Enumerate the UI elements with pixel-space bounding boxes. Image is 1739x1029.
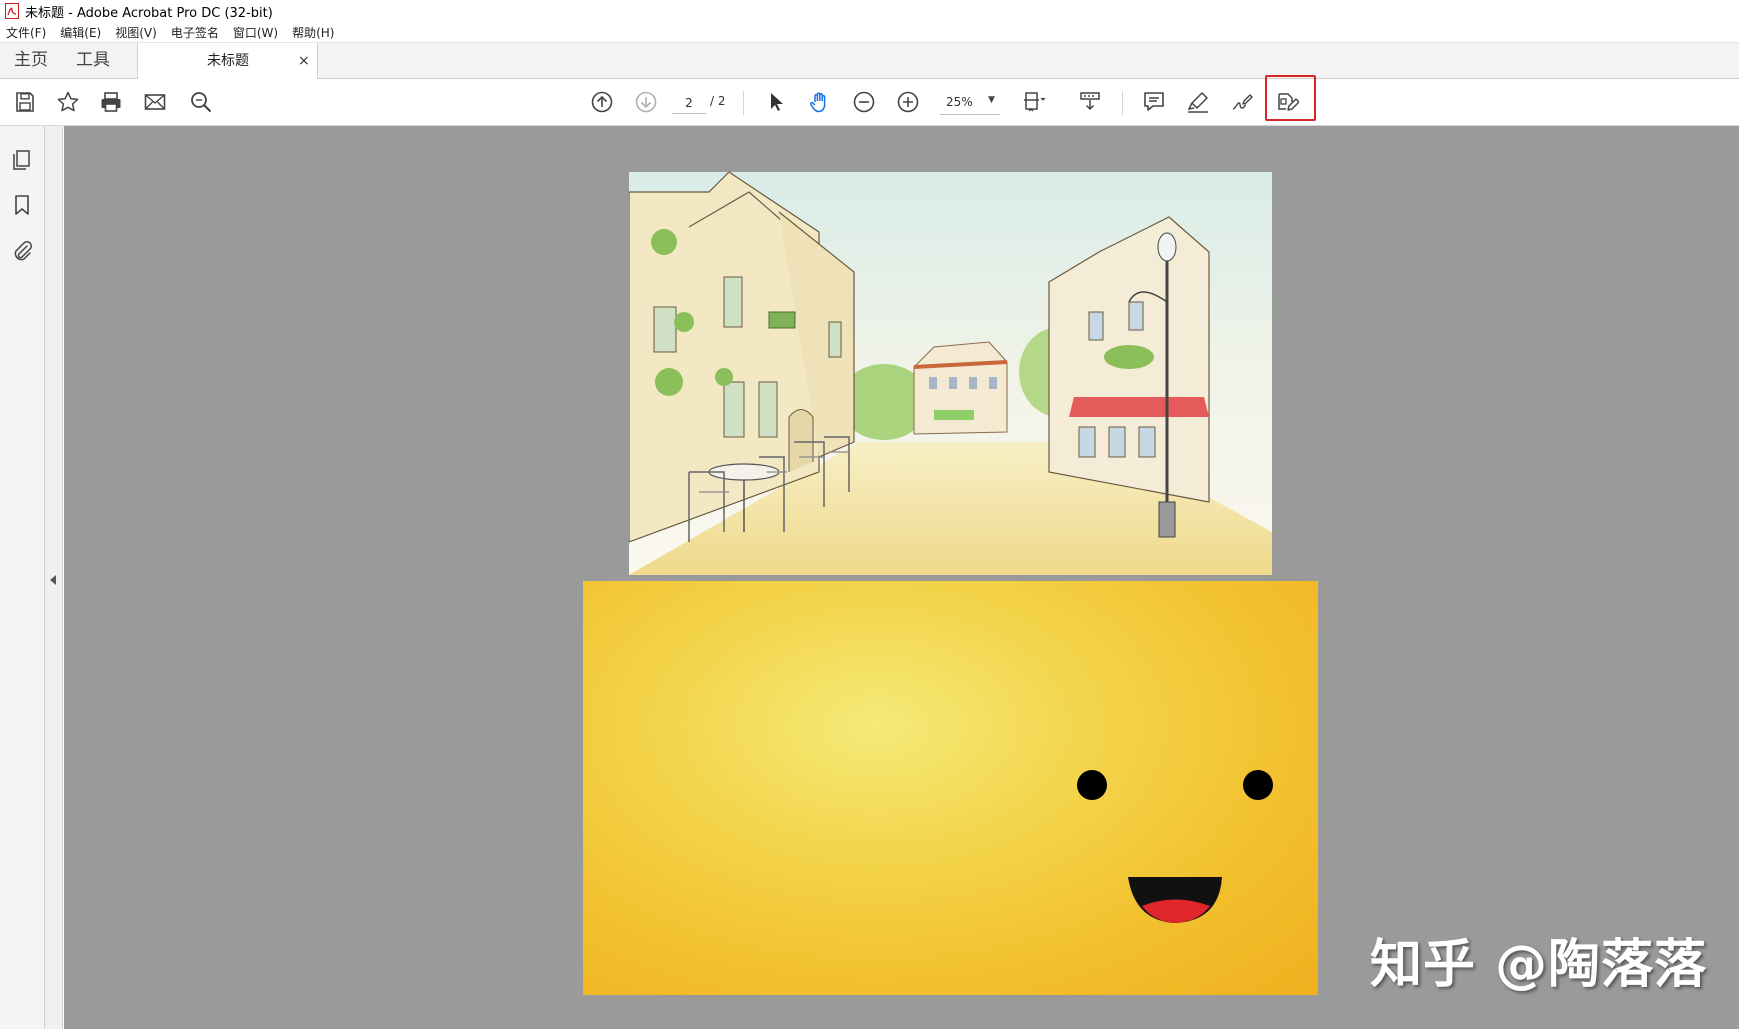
search-icon[interactable] [189, 90, 213, 114]
page-thumbnails-icon[interactable] [10, 148, 34, 172]
document-view[interactable] [64, 126, 1739, 1029]
smiley-face [1077, 770, 1273, 923]
menu-help[interactable]: 帮助(H) [292, 24, 334, 41]
comment-icon[interactable] [1142, 90, 1166, 114]
bookmark-icon[interactable] [10, 193, 34, 217]
sign-icon[interactable] [1230, 90, 1254, 114]
attachment-icon[interactable] [10, 239, 34, 263]
hand-tool-icon[interactable] [808, 90, 832, 114]
page-total: / 2 [710, 94, 726, 108]
tab-bar: 主页 工具 未标题 × [0, 43, 1739, 79]
zoom-select[interactable]: 25% ▼ [940, 91, 1000, 115]
star-icon[interactable] [56, 90, 80, 114]
close-tab-icon[interactable]: × [298, 43, 310, 79]
chevron-left-icon [50, 575, 56, 585]
zoom-value: 25% [946, 95, 973, 109]
previous-page-icon[interactable] [590, 90, 614, 114]
acrobat-window: 未标题 - Adobe Acrobat Pro DC (32-bit) 文件(F… [0, 0, 1739, 1029]
title-bar: 未标题 - Adobe Acrobat Pro DC (32-bit) [0, 0, 1739, 22]
window-title: 未标题 - Adobe Acrobat Pro DC (32-bit) [25, 5, 273, 21]
scroll-mode-icon[interactable] [1078, 90, 1102, 114]
tab-document-label: 未标题 [207, 53, 249, 69]
page-number-input[interactable] [672, 92, 706, 114]
zoom-out-icon[interactable] [852, 90, 876, 114]
acrobat-app-icon [5, 3, 19, 19]
menu-file[interactable]: 文件(F) [6, 24, 46, 41]
pdf-page-1 [629, 172, 1272, 575]
watermark-text: 知乎 @陶落落 [1370, 935, 1708, 995]
save-icon[interactable] [13, 90, 37, 114]
print-icon[interactable] [99, 90, 123, 114]
toolbar-divider [743, 91, 744, 115]
edit-pdf-icon[interactable] [1275, 90, 1299, 114]
mail-icon[interactable] [143, 90, 167, 114]
menu-bar: 文件(F) 编辑(E) 视图(V) 电子签名 窗口(W) 帮助(H) [0, 22, 1739, 43]
main-toolbar: / 2 25% ▼ [0, 79, 1739, 126]
street-illustration [629, 172, 1272, 575]
chevron-down-icon: ▼ [988, 95, 995, 105]
menu-edit[interactable]: 编辑(E) [60, 24, 101, 41]
pdf-page-2 [583, 581, 1318, 995]
panel-collapse-handle[interactable] [45, 126, 63, 1029]
fit-page-icon[interactable] [1022, 90, 1046, 114]
next-page-icon[interactable] [634, 90, 658, 114]
zoom-in-icon[interactable] [896, 90, 920, 114]
tab-document[interactable]: 未标题 × [137, 43, 318, 79]
menu-window[interactable]: 窗口(W) [233, 24, 278, 41]
left-side-panel [0, 126, 45, 1029]
menu-view[interactable]: 视图(V) [115, 24, 157, 41]
toolbar-divider [1122, 91, 1123, 115]
menu-esign[interactable]: 电子签名 [171, 24, 219, 41]
tab-tools[interactable]: 工具 [76, 43, 110, 78]
tab-home[interactable]: 主页 [14, 43, 48, 78]
highlight-pen-icon[interactable] [1186, 90, 1210, 114]
select-cursor-icon[interactable] [764, 90, 788, 114]
